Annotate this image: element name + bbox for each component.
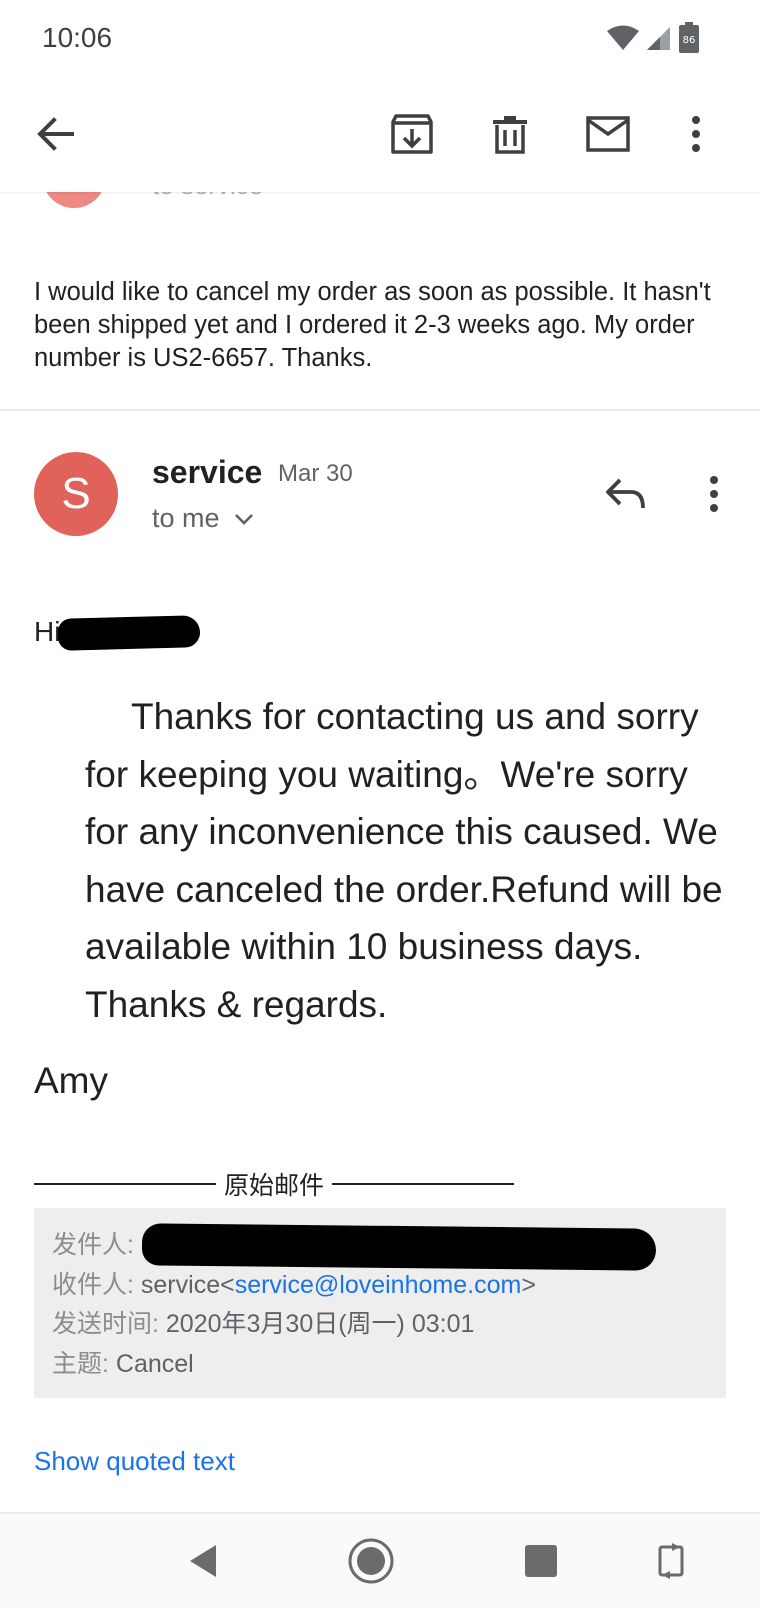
mail-icon <box>586 116 630 152</box>
previous-message-body: I would like to cancel my order as soon … <box>34 278 711 372</box>
app-toolbar <box>0 80 760 192</box>
nav-back-icon <box>190 1545 216 1577</box>
rotate-icon <box>658 1543 684 1579</box>
archive-icon <box>391 114 433 154</box>
more-vert-icon <box>692 116 700 152</box>
back-arrow-icon <box>37 117 74 151</box>
original-mail-box: 发件人: 收件人: service<service@loveinhome.com… <box>34 1208 726 1398</box>
nav-home-icon <box>348 1538 394 1584</box>
signature: Amy <box>34 1060 108 1101</box>
svg-text:86: 86 <box>683 35 696 46</box>
message-body-text: Thanks for contacting us and sorry for k… <box>85 696 723 1025</box>
nav-home-button[interactable] <box>336 1526 406 1596</box>
rotate-button[interactable] <box>636 1526 706 1596</box>
status-time: 10:06 <box>42 22 113 53</box>
avatar-letter: S <box>61 469 91 518</box>
separator-line <box>34 1183 216 1185</box>
redaction-mark <box>141 1223 657 1271</box>
mark-unread-button[interactable] <box>576 102 640 166</box>
subject-key: 主题: <box>52 1349 109 1378</box>
status-bar: 10:06 86 <box>0 0 760 80</box>
system-nav-bar <box>0 1512 760 1608</box>
recipient-details-toggle[interactable]: to me <box>152 503 254 534</box>
to-key: 收件人: <box>52 1270 134 1299</box>
original-mail-header: 原始邮件 <box>34 1164 534 1204</box>
nav-back-button[interactable] <box>168 1526 238 1596</box>
message-date: Mar 30 <box>278 460 353 487</box>
subject-value: Cancel <box>115 1349 194 1378</box>
sent-key: 发送时间: <box>52 1310 159 1338</box>
to-close: > <box>521 1270 536 1299</box>
to-email-link[interactable]: service@loveinhome.com <box>235 1271 522 1299</box>
battery-icon: 86 <box>679 22 699 53</box>
reply-icon <box>606 478 645 509</box>
to-name: service< <box>140 1270 235 1299</box>
reply-button[interactable] <box>594 464 658 524</box>
from-key: 发件人: <box>52 1231 134 1259</box>
back-button[interactable] <box>24 102 88 166</box>
previous-avatar <box>42 192 106 208</box>
more-vert-icon <box>710 476 718 512</box>
separator-line <box>332 1183 515 1185</box>
original-mail-label: 原始邮件 <box>224 1172 325 1200</box>
greeting: Hi <box>34 616 61 647</box>
redaction-mark <box>57 615 201 651</box>
delete-button[interactable] <box>478 102 542 166</box>
recipient-label: to me <box>152 503 220 533</box>
message-divider <box>0 409 760 411</box>
show-quoted-text-link[interactable]: Show quoted text <box>34 1446 235 1477</box>
signal-icon <box>647 27 670 50</box>
subject-row: 主题: Cancel <box>52 1345 708 1385</box>
sender-name: service <box>152 454 263 490</box>
to-row: 收件人: service<service@loveinhome.com> <box>52 1266 708 1306</box>
message-more-button[interactable] <box>682 464 746 524</box>
status-icons: 86 <box>606 22 700 54</box>
conversation-scroll[interactable]: to service I would like to cancel my ord… <box>0 192 760 1512</box>
more-options-button[interactable] <box>664 102 728 166</box>
wifi-icon <box>607 25 639 50</box>
trash-icon <box>493 116 527 154</box>
avatar[interactable]: S <box>34 452 118 536</box>
chevron-down-icon <box>234 513 253 525</box>
message-body: Thanks for contacting us and sorry for k… <box>85 688 725 1033</box>
nav-recents-icon <box>525 1545 557 1577</box>
archive-button[interactable] <box>380 102 444 166</box>
sent-value: 2020年3月30日(周一) 03:01 <box>165 1310 475 1338</box>
sent-row: 发送时间: 2020年3月30日(周一) 03:01 <box>52 1305 708 1345</box>
nav-recents-button[interactable] <box>506 1526 576 1596</box>
previous-recipient: to service <box>152 192 263 201</box>
